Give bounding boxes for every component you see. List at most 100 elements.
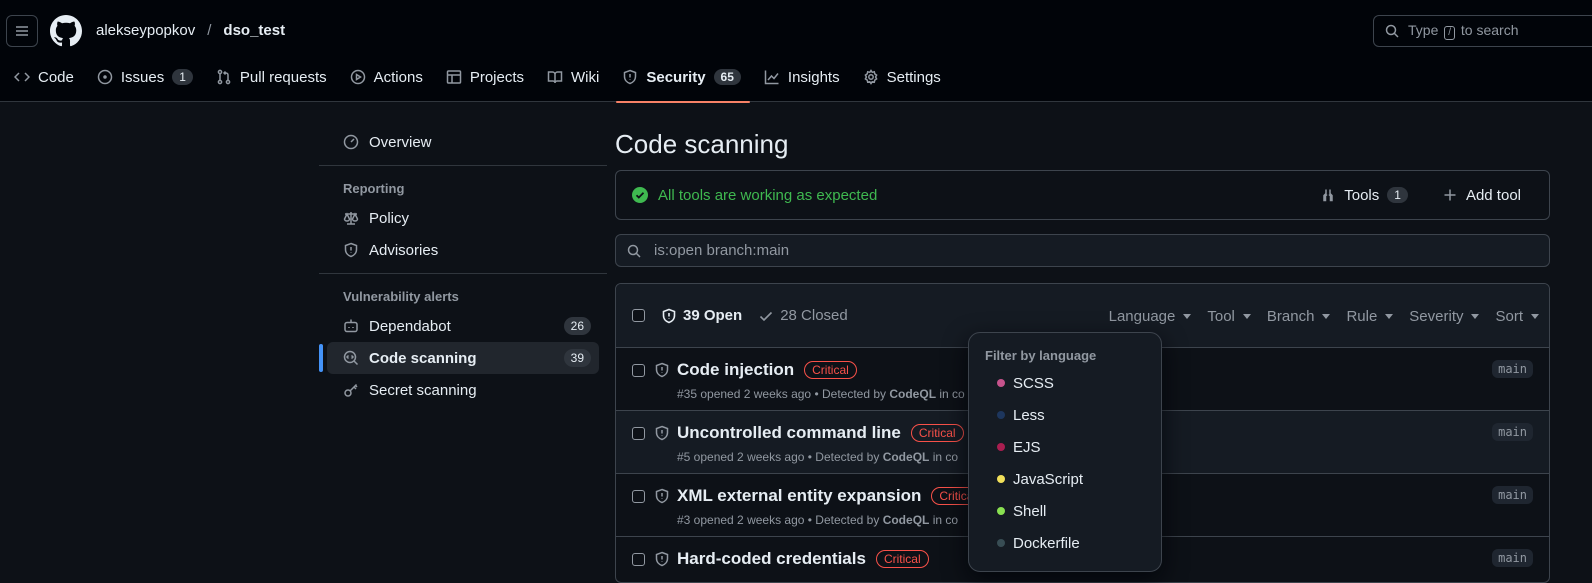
- sidebar-item-policy[interactable]: Policy: [327, 202, 599, 234]
- tools-button[interactable]: Tools 1: [1308, 179, 1420, 211]
- filter-severity-label: Severity: [1409, 307, 1464, 325]
- tab-actions-label: Actions: [373, 68, 423, 86]
- sidebar-group-vulnerability-alerts: Vulnerability alerts: [343, 288, 459, 304]
- add-tool-button[interactable]: Add tool: [1430, 179, 1533, 211]
- language-option[interactable]: SCSS: [969, 367, 1161, 399]
- alert-checkbox[interactable]: [632, 490, 645, 503]
- filter-tool[interactable]: Tool: [1207, 308, 1251, 325]
- alert-meta: #3 opened 2 weeks ago • Detected by Code…: [677, 513, 958, 527]
- tab-projects[interactable]: Projects: [440, 58, 537, 102]
- shield-icon: [654, 425, 670, 441]
- tools-button-label: Tools: [1344, 186, 1380, 204]
- filter-severity[interactable]: Severity: [1409, 307, 1480, 325]
- language-color-dot: [997, 539, 1005, 547]
- add-tool-button-label: Add tool: [1465, 186, 1521, 204]
- tab-projects-label: Projects: [469, 68, 525, 86]
- tab-code[interactable]: Code: [8, 58, 87, 102]
- sidebar-item-dependabot[interactable]: Dependabot 26: [327, 310, 599, 342]
- alert-title-link[interactable]: XML external entity expansion: [677, 486, 921, 506]
- filter-tool-label: Tool: [1207, 307, 1235, 325]
- code-icon: [14, 72, 30, 82]
- language-option-label: Dockerfile: [1013, 534, 1080, 552]
- tool-status-banner: All tools are working as expected Tools …: [615, 170, 1550, 220]
- breadcrumb-owner[interactable]: alekseypopkov: [96, 22, 195, 39]
- branch-label: main: [1492, 360, 1533, 378]
- open-alerts-toggle[interactable]: 39 Open: [661, 307, 742, 324]
- alert-checkbox[interactable]: [632, 553, 645, 566]
- branch-label: main: [1492, 423, 1533, 441]
- tab-actions[interactable]: Actions: [344, 58, 436, 102]
- alerts-filter-input[interactable]: is:open branch:main: [615, 234, 1550, 267]
- language-option-label: JavaScript: [1013, 470, 1084, 488]
- language-color-dot: [997, 379, 1005, 387]
- select-all-checkbox[interactable]: [632, 309, 645, 322]
- sidebar-item-policy-label: Policy: [369, 209, 410, 227]
- tab-insights[interactable]: Insights: [758, 58, 853, 102]
- sidebar-item-advisories[interactable]: Advisories: [327, 234, 599, 266]
- alert-title-link[interactable]: Code injection: [677, 360, 794, 380]
- play-icon: [350, 69, 365, 85]
- sidebar-item-secret-scanning[interactable]: Secret scanning: [327, 374, 599, 406]
- search-placeholder-after: to search: [1460, 22, 1519, 38]
- language-option[interactable]: Less: [969, 399, 1161, 431]
- language-option-label: EJS: [1013, 438, 1041, 456]
- security-count-badge: 65: [713, 69, 741, 85]
- search-shortcut-key: /: [1444, 26, 1456, 40]
- tab-insights-label: Insights: [787, 68, 840, 86]
- filter-branch[interactable]: Branch: [1267, 308, 1331, 325]
- codescan-icon: [343, 350, 359, 366]
- closed-alerts-toggle[interactable]: 28 Closed: [758, 307, 848, 324]
- filter-language-label: Language: [1108, 307, 1176, 325]
- language-option-label: SCSS: [1013, 374, 1054, 392]
- tab-issues-label: Issues: [120, 68, 165, 86]
- language-option[interactable]: Shell: [969, 495, 1161, 527]
- app-header: alekseypopkov / dso_test Type / to searc…: [0, 0, 1592, 103]
- menu-icon[interactable]: [6, 15, 38, 47]
- search-icon: [1385, 24, 1399, 38]
- alert-checkbox[interactable]: [632, 364, 645, 377]
- filter-sort-label: Sort: [1495, 307, 1523, 325]
- language-option[interactable]: Dockerfile: [969, 527, 1161, 559]
- sidebar-item-overview[interactable]: Overview: [327, 126, 599, 158]
- tab-issues[interactable]: Issues 1: [91, 58, 206, 102]
- filter-rule[interactable]: Rule: [1346, 308, 1394, 325]
- filter-language[interactable]: Language: [1109, 308, 1192, 325]
- alert-tool-name: CodeQL: [882, 450, 930, 464]
- key-icon: [344, 383, 358, 397]
- language-option[interactable]: EJS: [969, 431, 1161, 463]
- git-pull-request-icon: [217, 69, 231, 85]
- tab-security-label: Security: [646, 68, 706, 86]
- check-circle-icon: [632, 187, 648, 203]
- sidebar-divider: [319, 273, 607, 274]
- github-logo-icon[interactable]: [50, 15, 82, 47]
- shield-icon: [654, 488, 670, 504]
- gear-icon: [864, 69, 878, 85]
- page-title: Code scanning: [615, 129, 789, 159]
- search-placeholder-before: Type: [1408, 22, 1439, 38]
- repo-nav: Code Issues 1 Pull requests Actions Proj…: [0, 58, 958, 103]
- alert-checkbox[interactable]: [632, 427, 645, 440]
- breadcrumb-repo[interactable]: dso_test: [223, 22, 285, 39]
- alert-title-link[interactable]: Uncontrolled command line: [677, 423, 901, 443]
- alert-title-link[interactable]: Hard-coded credentials: [677, 549, 866, 569]
- security-sidebar: Overview Reporting Policy Advisories Vul…: [319, 126, 607, 406]
- severity-badge: Critical: [875, 550, 929, 568]
- alert-tool-name: CodeQL: [882, 513, 930, 527]
- sidebar-item-code-scanning[interactable]: Code scanning 39: [319, 342, 599, 374]
- shield-icon: [624, 69, 637, 85]
- language-color-dot: [997, 443, 1005, 451]
- language-option[interactable]: JavaScript: [969, 463, 1161, 495]
- alert-meta-text: #3 opened 2 weeks ago • Detected by: [677, 513, 883, 527]
- sidebar-item-dependabot-label: Dependabot: [369, 317, 451, 335]
- chevron-down-icon: [1385, 313, 1394, 319]
- sidebar-divider: [319, 165, 607, 166]
- filter-branch-label: Branch: [1266, 307, 1315, 325]
- alert-tool-name: CodeQL: [889, 387, 937, 401]
- search-input[interactable]: Type / to search: [1373, 15, 1592, 47]
- tab-settings[interactable]: Settings: [857, 58, 954, 102]
- tab-wiki[interactable]: Wiki: [541, 58, 612, 102]
- tab-pull-requests[interactable]: Pull requests: [210, 58, 340, 102]
- chevron-down-icon: [1322, 313, 1331, 319]
- tab-security[interactable]: Security 65: [616, 58, 754, 103]
- filter-sort[interactable]: Sort: [1495, 308, 1539, 325]
